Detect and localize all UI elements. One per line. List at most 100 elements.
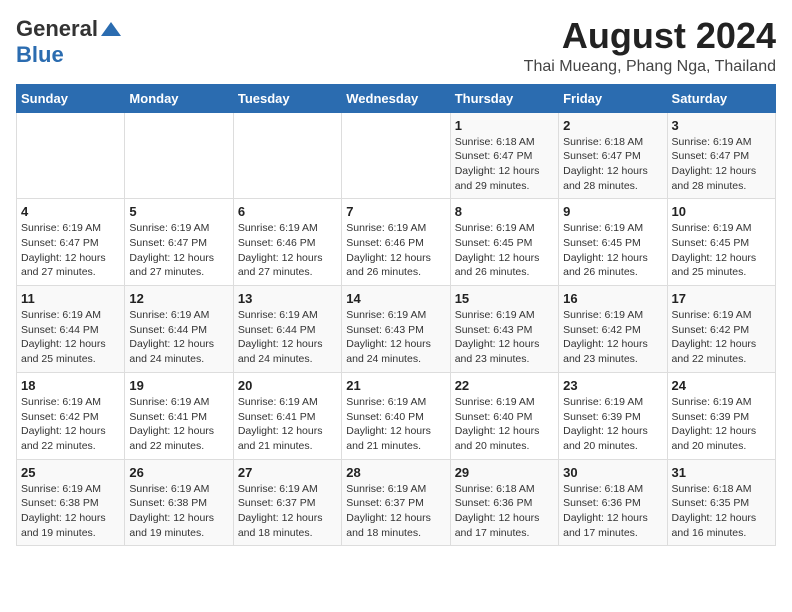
day-info: Sunrise: 6:18 AMSunset: 6:36 PMDaylight:… [563,482,662,541]
day-number: 14 [346,291,445,306]
calendar-cell: 12 Sunrise: 6:19 AMSunset: 6:44 PMDayligh… [125,286,233,373]
day-number: 25 [21,465,120,480]
day-number: 12 [129,291,228,306]
calendar-cell: 26 Sunrise: 6:19 AMSunset: 6:38 PMDayligh… [125,459,233,546]
calendar-cell: 17Sunrise: 6:19 AMSunset: 6:42 PMDayligh… [667,286,775,373]
weekday-header-tuesday: Tuesday [233,84,341,112]
calendar-week-row: 1 Sunrise: 6:18 AMSunset: 6:47 PMDaylight… [17,112,776,199]
day-info: Sunrise: 6:19 AMSunset: 6:47 PMDaylight:… [129,221,228,280]
calendar-cell: 3Sunrise: 6:19 AMSunset: 6:47 PMDaylight… [667,112,775,199]
day-number: 5 [129,204,228,219]
day-info: Sunrise: 6:19 AMSunset: 6:47 PMDaylight:… [672,135,771,194]
month-year-title: August 2024 [524,16,776,56]
calendar-cell: 24Sunrise: 6:19 AMSunset: 6:39 PMDayligh… [667,372,775,459]
day-info: Sunrise: 6:19 AMSunset: 6:45 PMDaylight:… [672,221,771,280]
day-info: Sunrise: 6:19 AMSunset: 6:42 PMDaylight:… [563,308,662,367]
header: General Blue August 2024 Thai Mueang, Ph… [16,16,776,76]
day-info: Sunrise: 6:18 AMSunset: 6:47 PMDaylight:… [455,135,554,194]
day-number: 28 [346,465,445,480]
weekday-header-sunday: Sunday [17,84,125,112]
day-info: Sunrise: 6:18 AMSunset: 6:47 PMDaylight:… [563,135,662,194]
weekday-header-wednesday: Wednesday [342,84,450,112]
calendar-cell: 7Sunrise: 6:19 AMSunset: 6:46 PMDaylight… [342,199,450,286]
calendar-cell: 14 Sunrise: 6:19 AMSunset: 6:43 PMDayligh… [342,286,450,373]
day-number: 19 [129,378,228,393]
calendar-cell: 5 Sunrise: 6:19 AMSunset: 6:47 PMDaylight… [125,199,233,286]
calendar-cell [233,112,341,199]
calendar-cell: 6Sunrise: 6:19 AMSunset: 6:46 PMDaylight… [233,199,341,286]
calendar-cell [125,112,233,199]
calendar-cell: 10 Sunrise: 6:19 AMSunset: 6:45 PMDayligh… [667,199,775,286]
day-number: 22 [455,378,554,393]
weekday-header-monday: Monday [125,84,233,112]
calendar-cell: 29 Sunrise: 6:18 AMSunset: 6:36 PMDayligh… [450,459,558,546]
calendar-cell [342,112,450,199]
day-number: 11 [21,291,120,306]
calendar-cell: 4 Sunrise: 6:19 AMSunset: 6:47 PMDaylight… [17,199,125,286]
calendar-cell: 31Sunrise: 6:18 AMSunset: 6:35 PMDayligh… [667,459,775,546]
calendar-cell [17,112,125,199]
day-number: 20 [238,378,337,393]
calendar-cell: 30 Sunrise: 6:18 AMSunset: 6:36 PMDayligh… [559,459,667,546]
day-info: Sunrise: 6:19 AMSunset: 6:43 PMDaylight:… [455,308,554,367]
logo-general-text: General [16,16,98,42]
calendar-table: SundayMondayTuesdayWednesdayThursdayFrid… [16,84,776,547]
day-number: 16 [563,291,662,306]
calendar-cell: 13Sunrise: 6:19 AMSunset: 6:44 PMDayligh… [233,286,341,373]
weekday-header-saturday: Saturday [667,84,775,112]
day-info: Sunrise: 6:18 AMSunset: 6:36 PMDaylight:… [455,482,554,541]
day-info: Sunrise: 6:19 AMSunset: 6:44 PMDaylight:… [21,308,120,367]
day-number: 6 [238,204,337,219]
day-info: Sunrise: 6:19 AMSunset: 6:39 PMDaylight:… [563,395,662,454]
day-info: Sunrise: 6:19 AMSunset: 6:47 PMDaylight:… [21,221,120,280]
day-info: Sunrise: 6:19 AMSunset: 6:38 PMDaylight:… [129,482,228,541]
calendar-week-row: 25 Sunrise: 6:19 AMSunset: 6:38 PMDayligh… [17,459,776,546]
day-info: Sunrise: 6:19 AMSunset: 6:40 PMDaylight:… [455,395,554,454]
day-info: Sunrise: 6:19 AMSunset: 6:41 PMDaylight:… [238,395,337,454]
day-number: 18 [21,378,120,393]
day-number: 30 [563,465,662,480]
day-info: Sunrise: 6:19 AMSunset: 6:42 PMDaylight:… [672,308,771,367]
calendar-week-row: 18 Sunrise: 6:19 AMSunset: 6:42 PMDayligh… [17,372,776,459]
calendar-cell: 23Sunrise: 6:19 AMSunset: 6:39 PMDayligh… [559,372,667,459]
calendar-cell: 1 Sunrise: 6:18 AMSunset: 6:47 PMDaylight… [450,112,558,199]
weekday-header-thursday: Thursday [450,84,558,112]
day-info: Sunrise: 6:19 AMSunset: 6:42 PMDaylight:… [21,395,120,454]
day-info: Sunrise: 6:19 AMSunset: 6:45 PMDaylight:… [563,221,662,280]
day-info: Sunrise: 6:19 AMSunset: 6:40 PMDaylight:… [346,395,445,454]
day-number: 10 [672,204,771,219]
day-number: 9 [563,204,662,219]
calendar-cell: 15Sunrise: 6:19 AMSunset: 6:43 PMDayligh… [450,286,558,373]
day-number: 21 [346,378,445,393]
day-number: 1 [455,118,554,133]
logo-triangle-icon [101,22,121,36]
calendar-cell: 20 Sunrise: 6:19 AMSunset: 6:41 PMDayligh… [233,372,341,459]
day-number: 26 [129,465,228,480]
calendar-cell: 25 Sunrise: 6:19 AMSunset: 6:38 PMDayligh… [17,459,125,546]
logo: General Blue [16,16,121,68]
day-info: Sunrise: 6:19 AMSunset: 6:37 PMDaylight:… [346,482,445,541]
day-info: Sunrise: 6:19 AMSunset: 6:39 PMDaylight:… [672,395,771,454]
calendar-week-row: 4 Sunrise: 6:19 AMSunset: 6:47 PMDaylight… [17,199,776,286]
calendar-cell: 21 Sunrise: 6:19 AMSunset: 6:40 PMDayligh… [342,372,450,459]
day-number: 2 [563,118,662,133]
day-number: 29 [455,465,554,480]
calendar-cell: 11 Sunrise: 6:19 AMSunset: 6:44 PMDayligh… [17,286,125,373]
day-number: 13 [238,291,337,306]
day-info: Sunrise: 6:19 AMSunset: 6:38 PMDaylight:… [21,482,120,541]
calendar-cell: 9 Sunrise: 6:19 AMSunset: 6:45 PMDaylight… [559,199,667,286]
day-info: Sunrise: 6:18 AMSunset: 6:35 PMDaylight:… [672,482,771,541]
calendar-week-row: 11 Sunrise: 6:19 AMSunset: 6:44 PMDayligh… [17,286,776,373]
day-number: 4 [21,204,120,219]
day-info: Sunrise: 6:19 AMSunset: 6:45 PMDaylight:… [455,221,554,280]
day-number: 27 [238,465,337,480]
calendar-cell: 2 Sunrise: 6:18 AMSunset: 6:47 PMDaylight… [559,112,667,199]
day-number: 7 [346,204,445,219]
day-number: 8 [455,204,554,219]
calendar-cell: 19Sunrise: 6:19 AMSunset: 6:41 PMDayligh… [125,372,233,459]
calendar-cell: 8 Sunrise: 6:19 AMSunset: 6:45 PMDaylight… [450,199,558,286]
day-info: Sunrise: 6:19 AMSunset: 6:43 PMDaylight:… [346,308,445,367]
title-area: August 2024 Thai Mueang, Phang Nga, Thai… [524,16,776,76]
logo-blue-text: Blue [16,42,64,68]
day-info: Sunrise: 6:19 AMSunset: 6:44 PMDaylight:… [129,308,228,367]
